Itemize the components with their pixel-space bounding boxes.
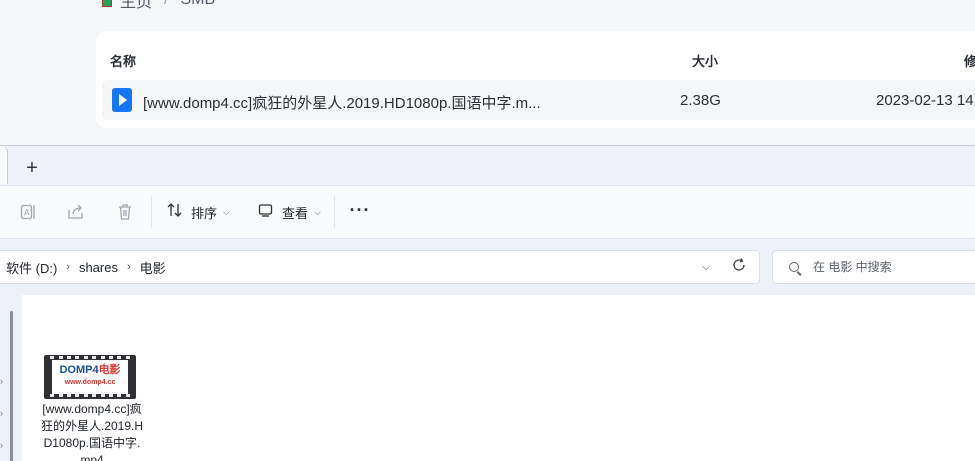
table-row[interactable]: [www.domp4.cc]疯狂的外星人.2019.HD1080p.国语中字.m… <box>102 80 975 120</box>
column-name-header[interactable]: 名称 <box>110 51 136 70</box>
logo-brand-cn: 电影 <box>98 364 121 376</box>
logo-url: www.domp4.cc <box>64 379 116 386</box>
view-icon <box>258 202 274 223</box>
refresh-icon[interactable] <box>729 257 749 277</box>
share-icon[interactable] <box>64 200 88 224</box>
address-bar[interactable]: 软件 (D:) › shares › 电影 ⌵ <box>0 250 760 284</box>
path-arrow-icon[interactable]: › <box>66 261 70 273</box>
file-name-label: [www.domp4.cc]疯狂的外星人.2019.HD1080p.国语中字.m… <box>40 402 144 461</box>
file-explorer-window: + A 排序 ⌵ 查看 ⌵ ··· 软件 (D:) › shares › 电影 … <box>0 145 975 461</box>
address-history-chevron-icon[interactable]: ⌵ <box>697 258 715 276</box>
search-placeholder: 在 电影 中搜索 <box>813 260 892 274</box>
view-label: 查看 <box>282 205 309 221</box>
view-button[interactable]: 查看 ⌵ <box>258 200 321 224</box>
breadcrumb-separator: / <box>164 0 168 9</box>
file-size-cell: 2.38G <box>680 92 721 109</box>
column-modified-header[interactable]: 修 <box>964 51 975 70</box>
file-table: 名称 大小 修 [www.domp4.cc]疯狂的外星人.2019.HD1080… <box>96 31 975 128</box>
breadcrumb: 主页 / SMB <box>100 0 215 12</box>
toolbar-divider <box>151 196 152 228</box>
chevron-down-icon: ⌵ <box>314 206 321 217</box>
path-arrow-icon[interactable]: › <box>127 261 131 273</box>
column-size-header[interactable]: 大小 <box>692 51 718 70</box>
film-perforation <box>44 394 136 398</box>
home-icon[interactable] <box>100 0 114 7</box>
nav-expand-markers: › › › <box>0 376 3 450</box>
video-thumbnail: DOMP4电影 www.domp4.cc <box>44 355 136 399</box>
file-view: DOMP4电影 www.domp4.cc [www.domp4.cc]疯狂的外星… <box>22 295 975 461</box>
toolbar-divider <box>334 196 335 228</box>
file-modified-cell: 2023-02-13 14 <box>876 92 974 109</box>
breadcrumb-current[interactable]: SMB <box>180 0 215 9</box>
nav-scrollbar[interactable] <box>10 311 13 461</box>
path-segment-shares[interactable]: shares <box>79 260 118 275</box>
more-options-button[interactable]: ··· <box>348 200 372 224</box>
sort-icon <box>167 202 183 223</box>
svg-text:A: A <box>24 208 30 217</box>
chevron-down-icon: ⌵ <box>223 206 230 217</box>
thumbnail-logo: DOMP4电影 www.domp4.cc <box>52 360 128 394</box>
file-name-cell[interactable]: [www.domp4.cc]疯狂的外星人.2019.HD1080p.国语中字.m… <box>143 92 541 113</box>
sort-label: 排序 <box>191 205 218 221</box>
rename-icon[interactable]: A <box>17 200 41 224</box>
navigation-pane: › › › <box>0 295 22 461</box>
explorer-tab[interactable] <box>0 146 8 184</box>
web-file-browser: 主页 / SMB 名称 大小 修 [www.domp4.cc]疯狂的外星人.20… <box>0 0 975 145</box>
video-file-icon <box>112 88 132 112</box>
search-icon <box>789 262 799 272</box>
breadcrumb-root[interactable]: 主页 <box>120 0 152 12</box>
search-input[interactable]: 在 电影 中搜索 <box>772 250 975 284</box>
table-header: 名称 大小 修 <box>96 31 975 83</box>
sort-button[interactable]: 排序 ⌵ <box>167 200 230 224</box>
address-path: 软件 (D:) › shares › 电影 <box>6 251 166 283</box>
path-segment-movies[interactable]: 电影 <box>140 258 166 277</box>
command-bar: A 排序 ⌵ 查看 ⌵ ··· <box>0 185 975 239</box>
delete-icon[interactable] <box>113 200 137 224</box>
new-tab-button[interactable]: + <box>22 158 42 178</box>
logo-brand: DOMP4 <box>59 364 99 376</box>
path-segment-drive[interactable]: 软件 (D:) <box>6 258 57 277</box>
